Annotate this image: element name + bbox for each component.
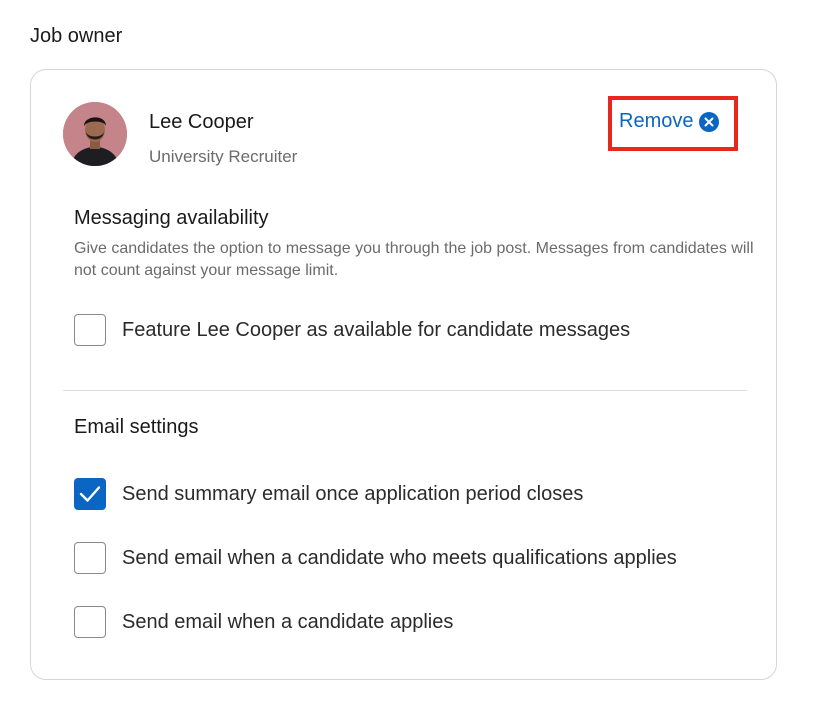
- email-option-summary[interactable]: Send summary email once application peri…: [74, 478, 583, 510]
- owner-role: University Recruiter: [149, 147, 298, 166]
- email-option-any-label: Send email when a candidate applies: [122, 610, 454, 633]
- avatar: [63, 102, 127, 166]
- email-option-summary-label: Send summary email once application peri…: [122, 482, 584, 505]
- avatar-photo: [63, 102, 127, 166]
- messaging-option[interactable]: Feature Lee Cooper as available for cand…: [74, 314, 630, 346]
- email-settings-heading: Email settings: [74, 416, 199, 438]
- close-circle-icon: [699, 111, 720, 132]
- job-owner-card: Lee Cooper University Recruiter Remove M…: [30, 69, 777, 680]
- checkmark-icon: [79, 486, 101, 502]
- section-title: Job owner: [30, 25, 123, 47]
- email-option-qualified-label: Send email when a candidate who meets qu…: [122, 546, 677, 569]
- email-option-qualified[interactable]: Send email when a candidate who meets qu…: [74, 542, 677, 574]
- messaging-description: Give candidates the option to message yo…: [74, 240, 754, 279]
- owner-name: Lee Cooper: [149, 111, 254, 133]
- email-option-any-checkbox[interactable]: [74, 606, 106, 638]
- messaging-heading: Messaging availability: [74, 207, 269, 229]
- messaging-checkbox[interactable]: [74, 314, 106, 346]
- email-option-summary-checkbox[interactable]: [74, 478, 106, 510]
- messaging-option-label: Feature Lee Cooper as available for cand…: [122, 318, 631, 341]
- email-option-any[interactable]: Send email when a candidate applies: [74, 606, 453, 638]
- remove-button-label: Remove: [619, 110, 694, 132]
- remove-button[interactable]: Remove: [619, 110, 720, 133]
- email-option-qualified-checkbox[interactable]: [74, 542, 106, 574]
- divider: [63, 390, 747, 391]
